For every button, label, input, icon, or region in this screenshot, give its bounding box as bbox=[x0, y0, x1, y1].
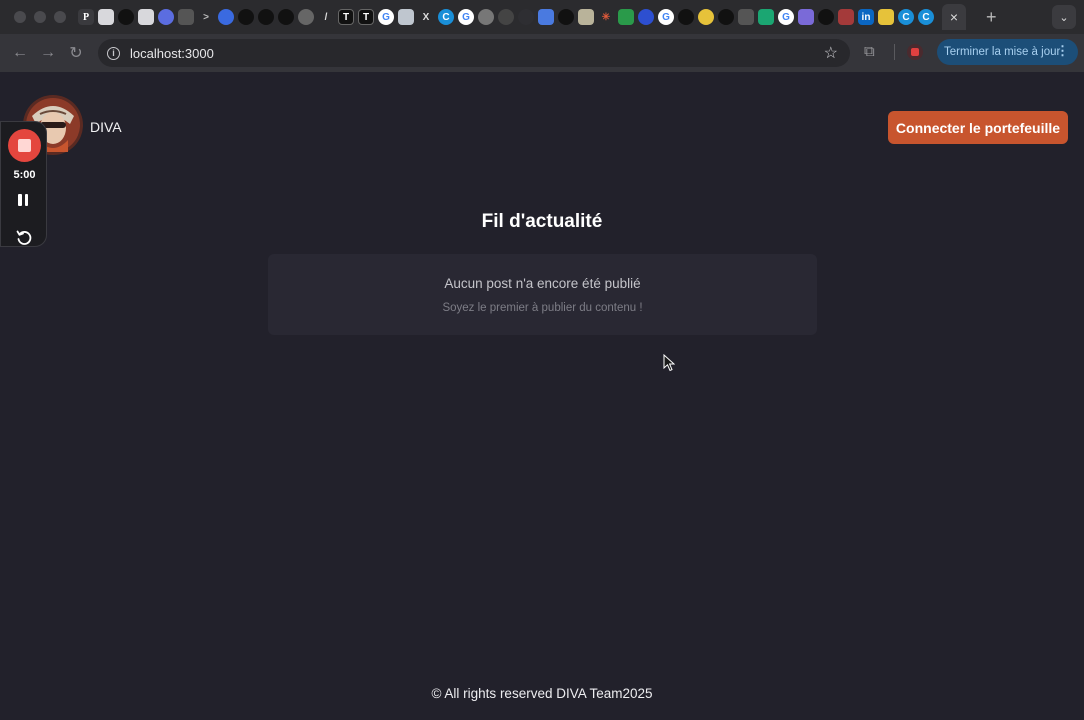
update-label: Terminer la mise à jour bbox=[944, 46, 1061, 58]
active-tab-close-button[interactable]: × bbox=[942, 4, 966, 30]
tab-github-icon[interactable] bbox=[718, 9, 734, 25]
tab-favicon-icon[interactable]: C bbox=[898, 9, 914, 25]
tab-github-icon[interactable] bbox=[258, 9, 274, 25]
bookmark-star-icon[interactable]: ☆ bbox=[824, 43, 838, 63]
extension-lock-icon[interactable] bbox=[907, 44, 923, 60]
toolbar-divider bbox=[894, 44, 895, 60]
page-viewport: DIVA Connecter le portefeuille Fil d'act… bbox=[0, 72, 1084, 720]
new-tab-button[interactable]: + bbox=[986, 7, 997, 28]
tab-github-icon[interactable] bbox=[278, 9, 294, 25]
window-controls bbox=[14, 11, 66, 23]
stop-icon bbox=[18, 139, 31, 152]
more-menu-icon[interactable]: ⋮ bbox=[1056, 43, 1069, 59]
tab-favicon-icon[interactable]: C bbox=[918, 9, 934, 25]
site-info-icon[interactable]: i bbox=[107, 46, 120, 60]
tab-google-icon[interactable]: G bbox=[658, 9, 674, 25]
tab-favicon-icon[interactable]: P bbox=[78, 9, 94, 25]
tab-favicon-icon[interactable] bbox=[398, 9, 414, 25]
tab-list: P > / T T G X C G ✳ G G in C C × + bbox=[78, 4, 997, 30]
back-arrow-icon[interactable]: ← bbox=[6, 44, 34, 62]
tab-favicon-icon[interactable] bbox=[478, 9, 494, 25]
tab-favicon-icon[interactable] bbox=[298, 9, 314, 25]
tab-google-icon[interactable]: G bbox=[458, 9, 474, 25]
tab-google-icon[interactable]: G bbox=[778, 9, 794, 25]
tab-favicon-icon[interactable] bbox=[738, 9, 754, 25]
tab-favicon-icon[interactable]: C bbox=[438, 9, 454, 25]
tab-ethereum-icon[interactable] bbox=[178, 9, 194, 25]
screen-recorder-widget: 5:00 bbox=[0, 121, 47, 247]
brand-name[interactable]: DIVA bbox=[90, 119, 122, 135]
tab-github-icon[interactable] bbox=[678, 9, 694, 25]
tab-favicon-icon[interactable]: / bbox=[318, 9, 334, 25]
pause-icon[interactable] bbox=[18, 194, 30, 206]
footer-copyright: © All rights reserved DIVA Team2025 bbox=[431, 686, 653, 701]
tab-favicon-icon[interactable] bbox=[158, 9, 174, 25]
page-title: Fil d'actualité bbox=[481, 211, 603, 232]
tab-favicon-icon[interactable] bbox=[758, 9, 774, 25]
reload-icon[interactable]: ↻ bbox=[62, 43, 90, 63]
close-window-icon[interactable] bbox=[14, 11, 26, 23]
minimize-window-icon[interactable] bbox=[34, 11, 46, 23]
tab-github-icon[interactable] bbox=[818, 9, 834, 25]
tab-favicon-icon[interactable]: T bbox=[338, 9, 354, 25]
tab-sheets-icon[interactable] bbox=[618, 9, 634, 25]
tab-favicon-icon[interactable] bbox=[798, 9, 814, 25]
tab-favicon-icon[interactable] bbox=[98, 9, 114, 25]
extensions-puzzle-icon[interactable]: ⧉ bbox=[864, 43, 875, 60]
tab-google-icon[interactable]: G bbox=[378, 9, 394, 25]
recording-timer: 5:00 bbox=[13, 169, 36, 181]
update-browser-button[interactable]: Terminer la mise à jour ⋮ bbox=[937, 39, 1078, 65]
tab-x-icon[interactable]: X bbox=[418, 9, 434, 25]
tab-github-icon[interactable] bbox=[558, 9, 574, 25]
empty-feed-hint: Soyez le premier à publier du contenu ! bbox=[442, 302, 643, 314]
tab-favicon-icon[interactable] bbox=[218, 9, 234, 25]
tab-search-chevron-icon[interactable]: ⌄ bbox=[1052, 5, 1076, 29]
connect-wallet-button[interactable]: Connecter le portefeuille bbox=[888, 111, 1068, 144]
tab-gmail-icon[interactable] bbox=[838, 9, 854, 25]
forward-arrow-icon[interactable]: → bbox=[34, 44, 62, 62]
stop-recording-button[interactable] bbox=[8, 129, 41, 162]
tab-favicon-icon[interactable] bbox=[518, 9, 534, 25]
browser-tab-bar: P > / T T G X C G ✳ G G in C C × + ⌄ bbox=[0, 0, 1084, 34]
tab-favicon-icon[interactable] bbox=[578, 9, 594, 25]
maximize-window-icon[interactable] bbox=[54, 11, 66, 23]
tab-linkedin-icon[interactable]: in bbox=[858, 9, 874, 25]
tab-favicon-icon[interactable] bbox=[138, 9, 154, 25]
mouse-pointer-icon bbox=[663, 354, 675, 372]
empty-feed-message: Aucun post n'a encore été publié bbox=[444, 276, 641, 291]
empty-feed-card: Aucun post n'a encore été publié Soyez l… bbox=[268, 254, 817, 335]
tab-github-icon[interactable] bbox=[118, 9, 134, 25]
tab-favicon-icon[interactable] bbox=[638, 9, 654, 25]
restart-icon[interactable] bbox=[15, 228, 33, 246]
tab-github-icon[interactable] bbox=[238, 9, 254, 25]
tab-favicon-icon[interactable]: ✳ bbox=[598, 9, 614, 25]
tab-favicon-icon[interactable] bbox=[498, 9, 514, 25]
url-text[interactable]: localhost:3000 bbox=[130, 46, 214, 61]
tab-favicon-icon[interactable] bbox=[878, 9, 894, 25]
address-bar[interactable]: i localhost:3000 ☆ bbox=[98, 39, 850, 67]
tab-favicon-icon[interactable] bbox=[698, 9, 714, 25]
tab-docs-icon[interactable] bbox=[538, 9, 554, 25]
tab-favicon-icon[interactable]: T bbox=[358, 9, 374, 25]
tab-terminal-icon[interactable]: > bbox=[198, 9, 214, 25]
